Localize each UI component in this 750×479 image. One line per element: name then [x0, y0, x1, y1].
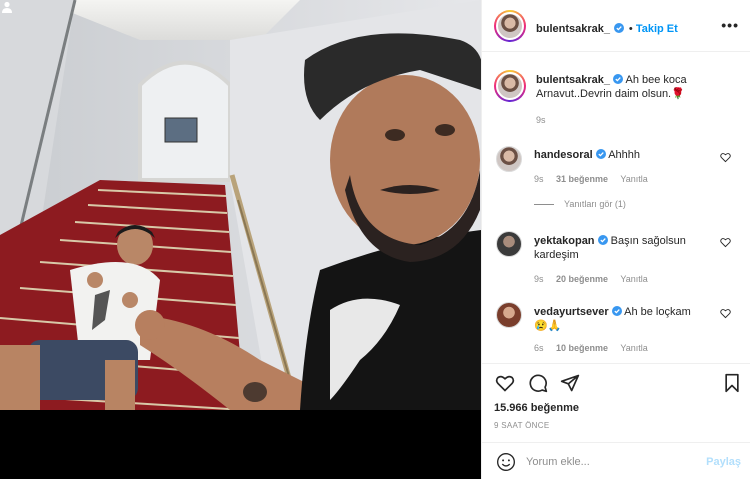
comment-likes[interactable]: 10 beğenme [556, 343, 608, 353]
author-avatar[interactable] [494, 10, 526, 42]
comment-avatar[interactable] [496, 146, 522, 172]
comment-item: handesoral Ahhhh 9s 31 beğenme Yanıtla [534, 148, 714, 184]
post-time[interactable]: 9 SAAT ÖNCE [494, 421, 549, 430]
verified-badge-icon [611, 306, 622, 316]
comment-avatar[interactable] [496, 302, 522, 328]
more-options-icon[interactable]: ••• [721, 17, 739, 33]
caption-username[interactable]: bulentsakrak_ [536, 74, 610, 86]
verified-badge-icon [613, 74, 624, 84]
reply-button[interactable]: Yanıtla [620, 343, 647, 353]
comment-likes[interactable]: 20 beğenme [556, 274, 608, 284]
reply-button[interactable]: Yanıtla [620, 274, 647, 284]
view-replies-button[interactable]: Yanıtları gör (1) [534, 199, 626, 209]
post-comment-button[interactable]: Paylaş [706, 456, 741, 468]
comment-item: yektakopan Başın sağolsun kardeşim 9s 20… [534, 234, 714, 284]
post-photo[interactable] [0, 0, 481, 479]
comment-icon[interactable] [528, 373, 548, 393]
comment-item: vedayurtsever Ah be loçkam 😢🙏 6s 10 beğe… [534, 305, 714, 353]
separator-dot: • [628, 23, 636, 35]
post-header: bulentsakrak_ • Takip Et ••• [482, 0, 750, 52]
user-tag-icon[interactable] [0, 0, 14, 14]
comment-username[interactable]: vedayurtsever [534, 306, 609, 318]
verified-badge-icon [614, 23, 625, 33]
follow-button[interactable]: Takip Et [636, 23, 678, 35]
comment-heart-icon[interactable] [720, 308, 731, 319]
comment-age[interactable]: 6s [534, 343, 544, 353]
comment-input[interactable] [526, 452, 696, 472]
comment-emoji: 😢🙏 [534, 320, 562, 332]
comment-username[interactable]: handesoral [534, 149, 593, 161]
comment-likes[interactable]: 31 beğenme [556, 174, 608, 184]
verified-badge-icon [595, 149, 606, 159]
comment-text: Ahhhh [608, 149, 641, 161]
comment-age[interactable]: 9s [534, 174, 544, 184]
verified-badge-icon [597, 235, 608, 245]
heart-icon[interactable] [495, 373, 515, 393]
bookmark-icon[interactable] [722, 373, 742, 393]
caption: bulentsakrak_ Ah bee koca Arnavut..Devri… [536, 73, 736, 125]
comment-age[interactable]: 9s [534, 274, 544, 284]
comment-text: Ah be loçkam [624, 306, 691, 318]
rose-emoji: 🌹 [671, 88, 685, 100]
post-side-panel: bulentsakrak_ • Takip Et ••• bulentsakra… [481, 0, 750, 479]
comment-heart-icon[interactable] [720, 152, 731, 163]
reply-button[interactable]: Yanıtla [620, 174, 647, 184]
selfie-stairs-image [0, 0, 481, 479]
comment-heart-icon[interactable] [720, 237, 731, 248]
emoji-icon[interactable] [496, 452, 516, 472]
author-username[interactable]: bulentsakrak_ [536, 23, 610, 35]
caption-avatar[interactable] [494, 70, 526, 102]
comment-avatar[interactable] [496, 231, 522, 257]
likes-count[interactable]: 15.966 beğenme [494, 402, 579, 414]
caption-age[interactable]: 9s [536, 115, 546, 125]
share-icon[interactable] [560, 373, 580, 393]
comment-composer: Paylaş [482, 442, 750, 479]
comment-username[interactable]: yektakopan [534, 235, 595, 247]
